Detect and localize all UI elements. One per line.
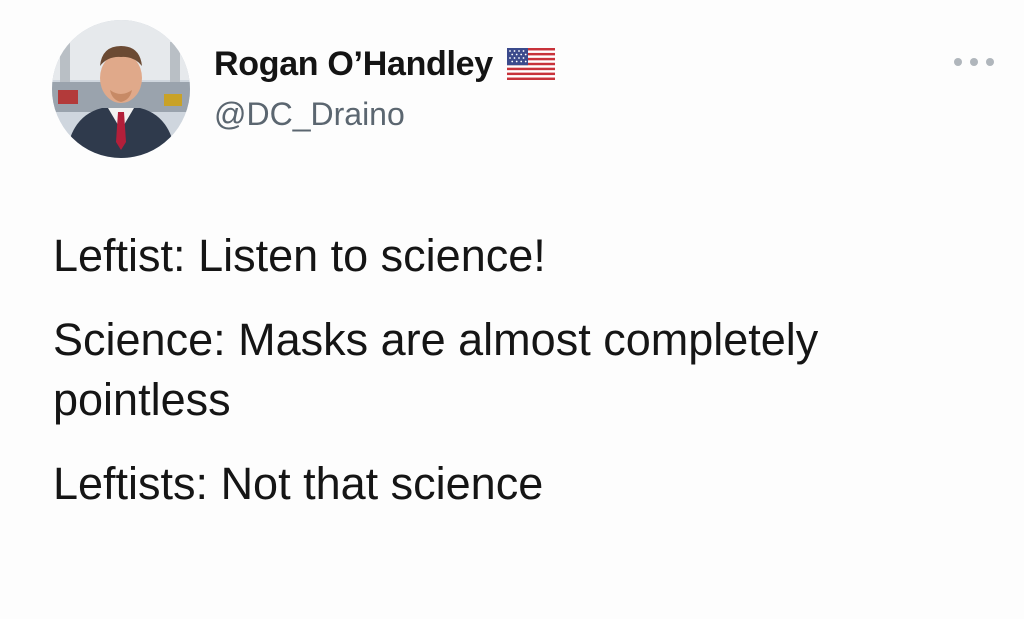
tweet-paragraph: Leftists: Not that science — [53, 458, 544, 509]
tweet-paragraph: Leftist: Listen to science! — [53, 230, 546, 281]
tweet-card: Rogan O’Handley @DC_Draino Leftist: List… — [0, 0, 1024, 619]
us-flag-icon — [506, 48, 555, 80]
author-avatar[interactable] — [52, 20, 190, 158]
author-display-name[interactable]: Rogan O’Handley — [214, 45, 493, 84]
more-options-button[interactable] — [954, 52, 994, 72]
tweet-paragraph: Science: Masks are almost completely poi… — [53, 314, 819, 425]
avatar-photo-icon — [52, 20, 190, 158]
more-dot-icon — [954, 58, 962, 66]
more-dot-icon — [986, 58, 994, 66]
tweet-text: Leftist: Listen to science! Science: Mas… — [53, 226, 1003, 538]
more-dot-icon — [970, 58, 978, 66]
author-handle[interactable]: @DC_Draino — [214, 96, 405, 133]
author-name-row: Rogan O’Handley — [214, 42, 555, 86]
